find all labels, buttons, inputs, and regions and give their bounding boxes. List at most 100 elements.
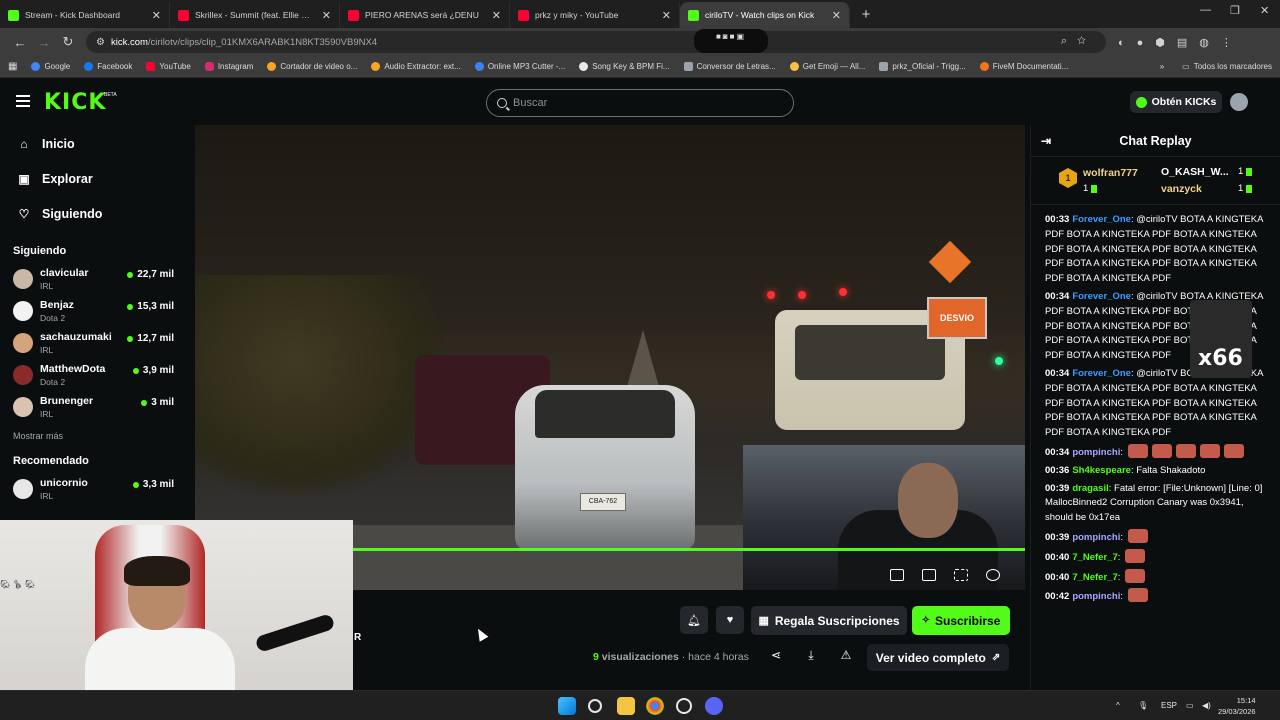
close-icon[interactable]: ✕ bbox=[832, 9, 841, 22]
maximize-icon[interactable]: ❐ bbox=[1230, 4, 1240, 17]
avatar bbox=[13, 333, 33, 353]
message-user[interactable]: pompinchi bbox=[1072, 532, 1120, 543]
zoom-bookmark-icons[interactable]: ⌕☆ bbox=[1061, 35, 1096, 48]
gift-subs-button[interactable]: ▦ Regala Suscripciones bbox=[751, 606, 907, 635]
system-clock[interactable]: 15:14 29/03/2026 bbox=[1218, 695, 1256, 717]
nav-following[interactable]: ♡ Siguiendo bbox=[0, 196, 190, 231]
url-host: kick.com bbox=[110, 36, 148, 48]
message-time: 00:34 bbox=[1045, 290, 1070, 302]
leader-name[interactable]: wolfran777 bbox=[1083, 167, 1138, 179]
notification-bell-button[interactable]: 🔔︎ bbox=[680, 606, 708, 634]
bookmark-instagram[interactable]: Instagram bbox=[204, 62, 253, 71]
discord-icon[interactable] bbox=[705, 697, 723, 715]
file-explorer-icon[interactable] bbox=[617, 697, 635, 715]
bookmark-google[interactable]: Google bbox=[31, 62, 70, 71]
theater-mode-icon[interactable] bbox=[922, 569, 936, 581]
report-icon[interactable]: ⚠ bbox=[837, 648, 855, 662]
watch-full-video-button[interactable]: Ver video completo ⇗ bbox=[867, 644, 1009, 671]
sidebar-channel[interactable]: Benjaz Dota 2 15,3 mil bbox=[0, 297, 190, 329]
url-bar[interactable]: ⚙ kick.com/cirilotv/clips/clip_01KMX6ARA… bbox=[86, 29, 1106, 53]
message-user[interactable]: dragasil bbox=[1072, 483, 1108, 494]
bookmark-mp3-cutter[interactable]: Online MP3 Cutter -... bbox=[474, 62, 566, 71]
get-kicks-button[interactable]: Obtén KICKs bbox=[1130, 91, 1222, 113]
nav-home[interactable]: ⌂ Inicio bbox=[0, 126, 190, 161]
back-icon[interactable]: ← bbox=[8, 35, 32, 50]
leader-name[interactable]: O_KASH_W... bbox=[1161, 166, 1229, 178]
message-user[interactable]: 7_Nefer_7 bbox=[1072, 552, 1117, 563]
reload-icon[interactable]: ↻ bbox=[56, 34, 80, 50]
nav-explore[interactable]: ▣ Explorar bbox=[0, 161, 190, 196]
bookmark-video-cutter[interactable]: Cortador de video o... bbox=[267, 62, 357, 71]
share-icon[interactable]: ⋖ bbox=[767, 648, 785, 662]
beta-label: BETA bbox=[104, 92, 117, 98]
sidebar-channel[interactable]: clavicular IRL 22,7 mil bbox=[0, 265, 190, 297]
emote bbox=[1125, 548, 1146, 563]
chrome-icon[interactable] bbox=[646, 697, 664, 715]
minimize-icon[interactable]: — bbox=[1200, 4, 1211, 16]
bookmark-conversor[interactable]: Conversor de Letras... bbox=[683, 62, 776, 71]
sidebar-channel[interactable]: MatthewDota Dota 2 3,9 mil bbox=[0, 361, 190, 393]
sidebar-channel[interactable]: Brunenger IRL 3 mil bbox=[0, 393, 190, 425]
close-icon[interactable]: ✕ bbox=[662, 9, 671, 22]
subscribe-button[interactable]: ✧ Suscribirse bbox=[912, 606, 1010, 635]
bookmark-label: Online MP3 Cutter -... bbox=[487, 62, 566, 71]
leader-name[interactable]: vanzyck bbox=[1161, 183, 1202, 195]
bookmark-get-emoji[interactable]: Get Emoji — All... bbox=[789, 62, 865, 71]
browser-tab[interactable]: Stream - Kick Dashboard ✕ bbox=[0, 2, 170, 28]
heart-icon: ♡ bbox=[18, 206, 30, 221]
bookmark-facebook[interactable]: Facebook bbox=[84, 62, 132, 71]
sidebar-channel[interactable]: unicornio IRL 3,3 mil bbox=[0, 475, 190, 507]
all-bookmarks[interactable]: » ▭ Todos los marcadores bbox=[1160, 62, 1272, 71]
windows-start-icon[interactable] bbox=[558, 697, 576, 715]
obs-icon[interactable] bbox=[676, 698, 692, 714]
message-user[interactable]: pompinchi bbox=[1072, 591, 1120, 602]
bookmark-prkz[interactable]: prkz_Oficial - Trigg... bbox=[879, 62, 966, 71]
browser-tab[interactable]: Skrillex - Summit (feat. Ellie Gou ✕ bbox=[170, 2, 340, 28]
volume-icon[interactable]: ◀) bbox=[1202, 701, 1211, 710]
speed-icon[interactable] bbox=[986, 569, 1000, 581]
site-info-icon[interactable]: ⚙ bbox=[96, 37, 105, 48]
message-user[interactable]: pompinchi bbox=[1072, 447, 1120, 458]
network-icon[interactable]: ▭ bbox=[1186, 701, 1194, 710]
microphone-icon[interactable]: 🎙︎ bbox=[1138, 701, 1148, 710]
message-user[interactable]: Forever_One bbox=[1072, 368, 1131, 379]
live-dot-icon bbox=[127, 335, 134, 342]
close-icon[interactable]: ✕ bbox=[322, 9, 331, 22]
browser-tab-active[interactable]: ciriloTV - Watch clips on Kick ✕ bbox=[680, 2, 850, 28]
search-input[interactable]: Buscar bbox=[486, 89, 794, 117]
message-user[interactable]: Forever_One bbox=[1072, 214, 1131, 225]
browser-tab[interactable]: prkz y miky - YouTube ✕ bbox=[510, 2, 680, 28]
message-user[interactable]: 7_Nefer_7 bbox=[1072, 572, 1117, 583]
browser-tab[interactable]: PIERO ARENAS será ¿DENU ✕ bbox=[340, 2, 510, 28]
user-avatar[interactable] bbox=[1230, 93, 1248, 111]
bookmark-audio-extractor[interactable]: Audio Extractor: ext... bbox=[371, 62, 461, 71]
new-tab-button[interactable]: + bbox=[854, 2, 878, 26]
search-icon[interactable] bbox=[588, 699, 602, 713]
close-icon[interactable]: ✕ bbox=[152, 9, 161, 22]
bookmarks-bar: ▦ Google Facebook YouTube Instagram Cort… bbox=[0, 56, 1280, 78]
download-icon[interactable]: ⤓ bbox=[802, 648, 820, 663]
live-dot-icon bbox=[127, 303, 134, 310]
follow-heart-button[interactable]: ♥ bbox=[716, 606, 744, 634]
message-user[interactable]: Forever_One bbox=[1072, 291, 1131, 302]
show-more-link[interactable]: Mostrar más bbox=[0, 425, 190, 447]
language-indicator[interactable]: ESP bbox=[1161, 701, 1177, 710]
sidebar-channel[interactable]: sachauzumaki IRL 12,7 mil bbox=[0, 329, 190, 361]
close-icon[interactable]: ✕ bbox=[492, 9, 501, 22]
bookmark-song-key[interactable]: Song Key & BPM Fi... bbox=[579, 62, 670, 71]
kick-logo[interactable]: KICK bbox=[44, 90, 106, 115]
bookmark-youtube[interactable]: YouTube bbox=[146, 62, 191, 71]
apps-icon[interactable]: ▦ bbox=[8, 61, 17, 72]
tray-chevron-icon[interactable]: ^ bbox=[1116, 701, 1120, 710]
bookmark-label: Audio Extractor: ext... bbox=[384, 62, 461, 71]
chat-header: ⇥ Chat Replay bbox=[1031, 125, 1280, 157]
forward-icon[interactable]: → bbox=[32, 35, 56, 50]
close-window-icon[interactable]: ✕ bbox=[1260, 4, 1269, 17]
collapse-chat-icon[interactable]: ⇥ bbox=[1041, 134, 1051, 148]
message-user[interactable]: Sh4kespeare bbox=[1072, 465, 1131, 476]
extension-icons[interactable]: ◐●⬢▤◍⋮ bbox=[1118, 36, 1244, 49]
fullscreen-icon[interactable] bbox=[954, 569, 968, 581]
menu-icon[interactable] bbox=[16, 95, 30, 110]
bookmark-fivem[interactable]: FiveM Documentati... bbox=[979, 62, 1068, 71]
pip-icon[interactable] bbox=[890, 569, 904, 581]
